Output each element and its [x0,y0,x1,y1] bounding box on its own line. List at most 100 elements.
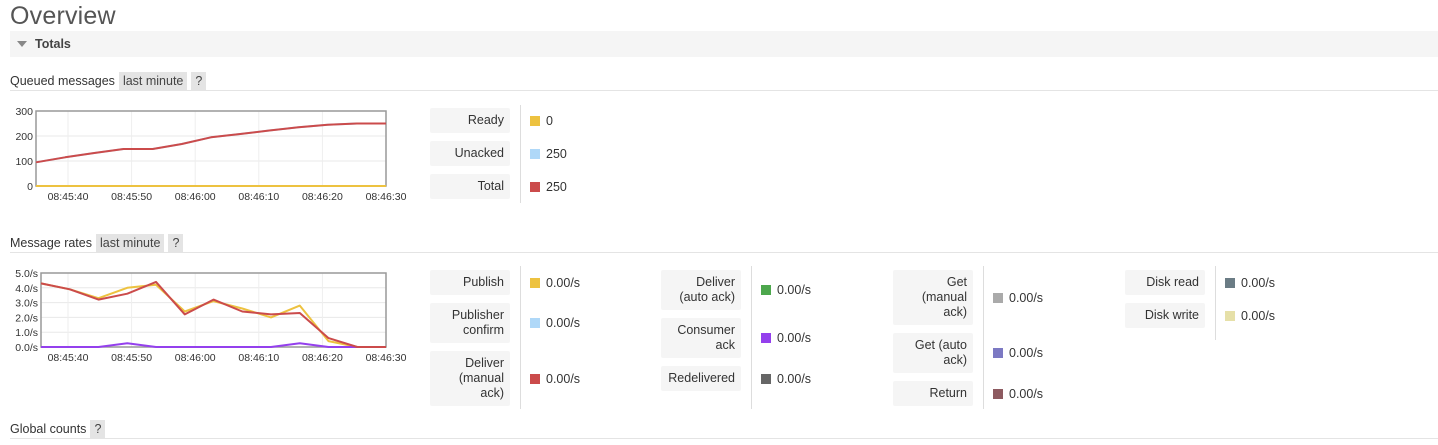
series-color-swatch[interactable] [1225,277,1235,288]
legend-value: 0.00/s [546,275,581,290]
x-tick-label: 08:45:50 [111,191,152,203]
x-tick-label: 08:46:30 [366,191,407,203]
y-tick-label: 0 [27,181,33,193]
y-tick-label: 0.0/s [15,342,38,354]
global-counts-title: Global counts [10,421,87,436]
legend-label: Deliver (auto ack) [661,270,741,310]
legend-row: Unacked 250 [430,141,567,166]
y-tick-label: 3.0/s [15,298,38,310]
series-color-swatch[interactable] [530,181,540,192]
series-color-swatch[interactable] [993,292,1003,303]
legend-value-cell: 0.00/s [761,270,811,310]
x-tick-label: 08:46:10 [238,191,279,203]
y-tick-label: 1.0/s [15,327,38,339]
legend-row: Get (manual ack) 0.00/s [893,270,1043,325]
series-color-swatch[interactable] [1225,310,1235,321]
y-tick-label: 300 [15,106,33,118]
legend-value-cell: 0.00/s [993,270,1043,325]
legend-value: 250 [546,146,567,161]
legend-value-cell: 250 [530,174,567,199]
series-color-swatch[interactable] [761,333,771,343]
y-tick-label: 100 [15,156,33,168]
legend-value: 0.00/s [1009,386,1044,401]
y-tick-label: 2.0/s [15,312,38,324]
legend-value: 0.00/s [1009,346,1044,360]
x-tick-label: 08:46:20 [302,352,343,364]
legend-row: Publisher confirm 0.00/s [430,303,580,343]
series-color-swatch[interactable] [530,318,540,328]
legend-row: Return 0.00/s [893,381,1043,406]
legend-value: 0.00/s [546,371,581,386]
legend-label: Publisher confirm [430,303,510,343]
message-rates-title: Message rates [10,235,92,250]
legend-value: 0.00/s [546,316,581,330]
global-help-button[interactable]: ? [90,419,106,438]
y-tick-label: 4.0/s [15,283,38,295]
legend-row: Get (auto ack) 0.00/s [893,333,1043,373]
legend-label: Total [430,174,510,199]
series-color-swatch[interactable] [993,348,1003,358]
plot-border [35,110,387,187]
series-color-swatch[interactable] [530,373,540,384]
legend-label: Disk write [1125,303,1205,328]
legend-label: Deliver (manual ack) [430,351,510,406]
legend-value: 0 [546,113,553,128]
legend-row: Consumer ack 0.00/s [661,318,811,358]
legend-row: Disk write 0.00/s [1125,303,1275,328]
totals-section-toggle[interactable]: Totals [10,31,1438,57]
series-color-swatch[interactable] [761,285,771,295]
legend-value-cell: 0.00/s [530,303,580,343]
legend-row: Total 250 [430,174,567,199]
series-color-swatch[interactable] [530,277,540,288]
divider [520,105,521,203]
series-line-deliver-manual-ack [40,280,386,348]
rates-range-selector[interactable]: last minute [95,233,165,252]
collapse-triangle-icon [17,41,27,47]
legend-value-cell: 0 [530,108,553,133]
series-line-publish [40,282,386,348]
legend-label: Redelivered [661,366,741,391]
queued-messages-chart: 0 100 200 300 08:45:40 08:45:50 08:46:00 08:46:… [15,106,407,203]
page-title: Overview [10,2,116,30]
x-tick-label: 08:45:50 [111,352,152,364]
series-color-swatch[interactable] [993,388,1003,399]
y-tick-label: 200 [15,131,33,143]
plot-border [40,272,387,348]
x-tick-label: 08:46:00 [175,352,216,364]
legend-label: Return [893,381,973,406]
x-tick-label: 08:46:30 [366,352,407,364]
legend-value-cell: 0.00/s [1225,270,1275,295]
series-line-consumer-ack [41,342,386,348]
legend-value-cell: 0.00/s [530,351,580,406]
x-tick-label: 08:45:40 [48,191,89,203]
divider [983,266,984,409]
series-color-swatch[interactable] [530,115,540,126]
totals-label: Totals [35,37,71,51]
series-color-swatch[interactable] [530,148,540,159]
message-rates-header: Message rates last minute ? [10,233,1438,253]
global-counts-header: Global counts ? [10,419,1438,439]
legend-value-cell: 0.00/s [993,333,1043,373]
legend-value-cell: 0.00/s [761,318,811,358]
legend-label: Publish [430,270,510,295]
legend-value-cell: 0.00/s [1225,303,1275,328]
divider [751,266,752,409]
legend-label: Get (manual ack) [893,270,973,325]
y-tick-label: 5.0/s [15,268,38,280]
legend-value: 0.00/s [777,371,812,386]
x-tick-label: 08:46:20 [302,191,343,203]
legend-row: Publish 0.00/s [430,270,580,295]
legend-row: Redelivered 0.00/s [661,366,811,391]
queued-messages-header: Queued messages last minute ? [10,71,1438,91]
rates-help-button[interactable]: ? [168,233,184,252]
queued-help-button[interactable]: ? [191,71,207,90]
legend-row: Deliver (auto ack) 0.00/s [661,270,811,310]
series-line-total [35,122,386,164]
series-line-unacked [35,122,386,164]
x-tick-label: 08:45:40 [48,352,89,364]
divider [520,266,521,409]
queued-range-selector[interactable]: last minute [118,71,188,90]
series-color-swatch[interactable] [761,373,771,384]
legend-row: Disk read 0.00/s [1125,270,1275,295]
x-tick-label: 08:46:00 [175,191,216,203]
